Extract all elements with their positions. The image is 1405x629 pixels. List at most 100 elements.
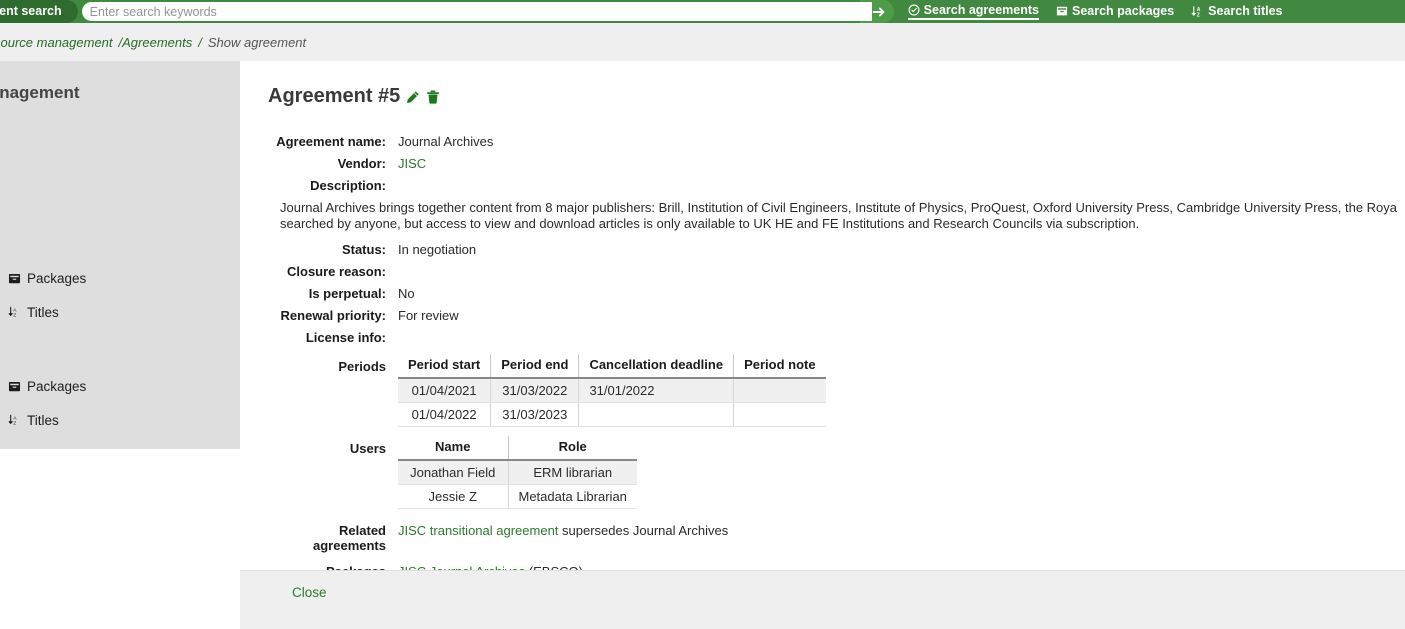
related-agreements-value: JISC transitional agreement supersedes J… bbox=[398, 520, 728, 538]
vendor-link[interactable]: JISC bbox=[398, 153, 426, 171]
table-row: Jessie Z Metadata Librarian bbox=[398, 485, 637, 509]
sidebar-item-licenses[interactable]: nses bbox=[0, 153, 240, 187]
periods-section: Periods Period start Period end Cancella… bbox=[268, 354, 1405, 427]
footer-bar: Close bbox=[240, 570, 1405, 629]
search-titles-label: Search titles bbox=[1208, 4, 1282, 18]
search-titles-option[interactable]: A Z Search titles bbox=[1191, 4, 1282, 19]
table-row: Jonathan Field ERM librarian bbox=[398, 460, 637, 485]
field-label: Renewal priority: bbox=[268, 305, 386, 323]
cell-user-role: ERM librarian bbox=[508, 460, 637, 485]
table-row: 01/04/2022 31/03/2023 bbox=[398, 403, 826, 427]
package-box-icon bbox=[8, 272, 21, 285]
svg-text:A: A bbox=[13, 415, 17, 421]
package-box-icon bbox=[1056, 5, 1068, 17]
search-packages-label: Search packages bbox=[1072, 4, 1174, 18]
svg-text:A: A bbox=[13, 307, 17, 313]
periods-label: Periods bbox=[268, 354, 386, 374]
periods-table: Period start Period end Cancellation dea… bbox=[398, 354, 826, 427]
sidebar-item-ebsco-titles[interactable]: A Z Titles bbox=[8, 295, 240, 329]
table-header-row: Period start Period end Cancellation dea… bbox=[398, 354, 826, 378]
related-agreements-label: Related agreements bbox=[268, 520, 386, 553]
arrow-right-icon bbox=[872, 5, 886, 19]
sort-alpha-icon: A Z bbox=[1191, 5, 1204, 18]
sidebar-title: urce management bbox=[0, 83, 240, 103]
field-label: Is perpetual: bbox=[268, 283, 386, 301]
search-agreements-label: Search agreements bbox=[924, 3, 1039, 17]
sidebar-item-label: Titles bbox=[27, 413, 59, 428]
description-line-2: searched by anyone, but access to view a… bbox=[280, 216, 1405, 232]
sidebar-group-local: ocal bbox=[0, 335, 240, 369]
table-header-row: Name Role bbox=[398, 436, 637, 460]
search-packages-option[interactable]: Search packages bbox=[1056, 4, 1174, 19]
table-row: 01/04/2021 31/03/2022 31/01/2022 bbox=[398, 378, 826, 403]
cell-cancellation-deadline bbox=[579, 403, 734, 427]
sidebar-item-label: Titles bbox=[27, 305, 59, 320]
cell-period-end: 31/03/2022 bbox=[491, 378, 579, 403]
sidebar-item-label: Packages bbox=[27, 379, 86, 394]
package-box-icon bbox=[8, 380, 21, 393]
breadcrumb-separator: / bbox=[198, 35, 202, 50]
field-closure-reason: Closure reason: bbox=[268, 261, 1405, 279]
column-header-period-end: Period end bbox=[491, 354, 579, 378]
cell-period-start: 01/04/2022 bbox=[398, 403, 491, 427]
cell-user-name: Jonathan Field bbox=[398, 460, 508, 485]
sort-alpha-icon: A Z bbox=[8, 305, 21, 319]
trash-delete-icon bbox=[426, 90, 440, 104]
sidebar-item-local-titles[interactable]: A Z Titles bbox=[8, 403, 240, 437]
sidebar-item-local-packages[interactable]: Packages bbox=[8, 369, 240, 403]
sort-alpha-icon: A Z bbox=[8, 413, 21, 427]
related-agreement-suffix: supersedes Journal Archives bbox=[558, 523, 728, 538]
sidebar-item-ebsco-packages[interactable]: Packages bbox=[8, 261, 240, 295]
search-input[interactable] bbox=[82, 3, 872, 20]
related-agreement-link[interactable]: JISC transitional agreement bbox=[398, 523, 558, 538]
page-title-row: Agreement #5 bbox=[268, 85, 1405, 108]
description-text: Journal Archives brings together content… bbox=[280, 200, 1405, 232]
svg-text:Z: Z bbox=[13, 421, 16, 427]
check-circle-icon bbox=[908, 4, 920, 16]
field-license-info: License info: bbox=[268, 327, 1405, 345]
cell-period-end: 31/03/2023 bbox=[491, 403, 579, 427]
sidebar-item-label: Packages bbox=[27, 271, 86, 286]
field-vendor: Vendor: JISC bbox=[268, 153, 1405, 171]
sidebar-item-agreements[interactable]: ements bbox=[0, 119, 240, 153]
description-line-1: Journal Archives brings together content… bbox=[280, 200, 1405, 216]
search-input-wrapper bbox=[82, 2, 872, 21]
delete-agreement-button[interactable] bbox=[426, 90, 440, 104]
sidebar: urce management ements nses dings EBSCO … bbox=[0, 61, 240, 449]
field-value: For review bbox=[398, 305, 459, 323]
field-description: Description: bbox=[268, 175, 1405, 193]
cell-period-note bbox=[734, 378, 826, 403]
svg-text:Z: Z bbox=[1197, 12, 1200, 18]
pencil-edit-icon bbox=[406, 90, 420, 104]
sidebar-group-ebsco: EBSCO bbox=[0, 227, 240, 261]
cell-cancellation-deadline: 31/01/2022 bbox=[579, 378, 734, 403]
column-header-role: Role bbox=[508, 436, 637, 460]
column-header-cancellation-deadline: Cancellation deadline bbox=[579, 354, 734, 378]
cell-user-role: Metadata Librarian bbox=[508, 485, 637, 509]
sidebar-item-holdings[interactable]: dings bbox=[0, 187, 240, 221]
breadcrumb-item-eresource-management[interactable]: source management bbox=[0, 35, 113, 50]
edit-agreement-button[interactable] bbox=[406, 90, 420, 104]
cell-user-name: Jessie Z bbox=[398, 485, 508, 509]
column-header-period-note: Period note bbox=[734, 354, 826, 378]
search-scope-options: Search agreements Search packages A Z bbox=[908, 3, 1283, 20]
global-search-bar: ment search Search agreements bbox=[0, 0, 1405, 23]
field-label: Agreement name: bbox=[268, 131, 386, 149]
column-header-name: Name bbox=[398, 436, 508, 460]
field-label: Description: bbox=[268, 175, 386, 193]
close-button[interactable]: Close bbox=[292, 585, 327, 600]
field-status: Status: In negotiation bbox=[268, 239, 1405, 257]
field-label: Vendor: bbox=[268, 153, 386, 171]
svg-text:Z: Z bbox=[13, 313, 16, 319]
field-value: No bbox=[398, 283, 415, 301]
cell-period-note bbox=[734, 403, 826, 427]
cell-period-start: 01/04/2021 bbox=[398, 378, 491, 403]
breadcrumb: source management / Agreements / Show ag… bbox=[0, 23, 1405, 61]
field-value: Journal Archives bbox=[398, 131, 493, 149]
search-scope-label: ment search bbox=[0, 0, 78, 23]
search-agreements-option[interactable]: Search agreements bbox=[908, 3, 1039, 20]
field-label: Status: bbox=[268, 239, 386, 257]
users-table: Name Role Jonathan Field ERM librarian J… bbox=[398, 436, 637, 509]
breadcrumb-item-agreements[interactable]: Agreements bbox=[122, 35, 192, 50]
column-header-period-start: Period start bbox=[398, 354, 491, 378]
